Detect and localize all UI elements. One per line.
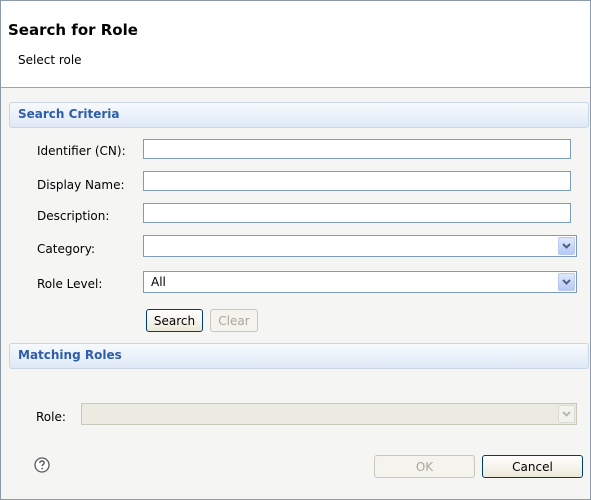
category-label: Category: xyxy=(37,242,95,256)
chevron-down-icon[interactable] xyxy=(558,405,575,423)
identifier-input[interactable] xyxy=(143,139,571,159)
display-name-label: Display Name: xyxy=(37,178,125,192)
help-icon[interactable] xyxy=(34,457,50,473)
category-select[interactable] xyxy=(143,235,577,257)
ok-button[interactable]: OK xyxy=(374,455,475,478)
chevron-down-icon[interactable] xyxy=(558,273,575,291)
role-level-value: All xyxy=(151,275,166,289)
search-criteria-header[interactable]: Search Criteria xyxy=(9,102,589,128)
chevron-down-icon[interactable] xyxy=(558,237,575,255)
dialog-title: Search for Role xyxy=(8,21,138,39)
role-level-label: Role Level: xyxy=(37,277,103,291)
description-label: Description: xyxy=(37,209,110,223)
role-select[interactable] xyxy=(81,403,577,425)
dialog-subtitle: Select role xyxy=(18,53,82,67)
description-input[interactable] xyxy=(143,203,571,223)
search-for-role-dialog: Search for Role Select role Search Crite… xyxy=(0,0,591,500)
search-button[interactable]: Search xyxy=(146,309,203,332)
cancel-button[interactable]: Cancel xyxy=(482,455,583,478)
search-criteria-heading: Search Criteria xyxy=(18,107,120,121)
matching-roles-heading: Matching Roles xyxy=(18,348,122,362)
matching-roles-header[interactable]: Matching Roles xyxy=(9,343,589,369)
identifier-label: Identifier (CN): xyxy=(37,144,126,158)
role-level-select[interactable]: All xyxy=(143,271,577,293)
role-label: Role: xyxy=(36,410,66,424)
display-name-input[interactable] xyxy=(143,171,571,191)
clear-button[interactable]: Clear xyxy=(210,309,258,332)
